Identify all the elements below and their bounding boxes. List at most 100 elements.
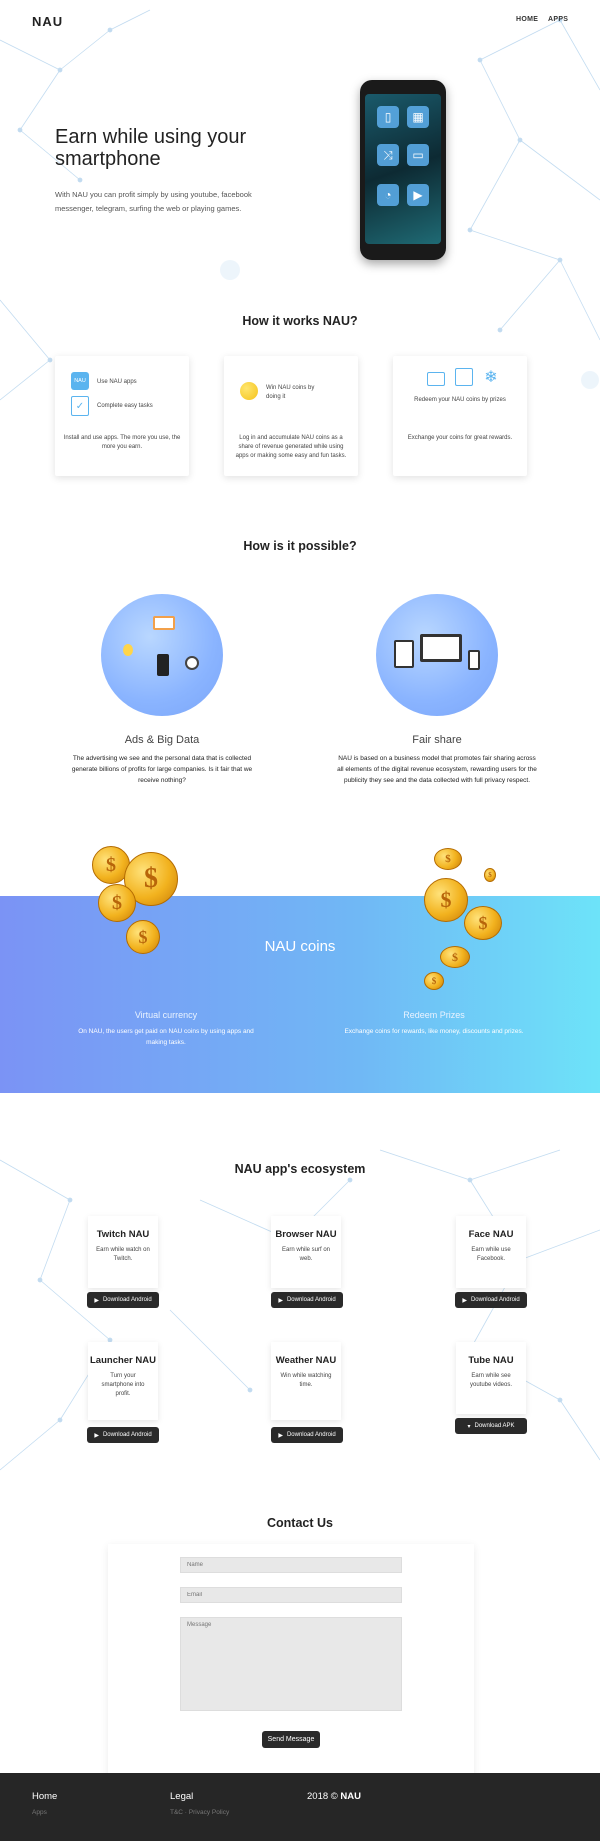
desktop-icon (420, 634, 462, 662)
download-label: Download APK (474, 1423, 515, 1429)
play-icon: ▶ (278, 1297, 283, 1304)
possible-title: How is it possible? (243, 539, 357, 553)
card-item: Complete easy tasks (97, 403, 153, 409)
phone-screen: ▯ ▦ ⤨ ▭ ◔ ▶ (365, 94, 441, 244)
app-desc: Win while watching time. (280, 1373, 332, 1388)
ads-bigdata-illustration (101, 594, 223, 716)
send-message-button[interactable]: Send Message (262, 1731, 320, 1748)
app-desc: Earn while watch on Twitch. (96, 1247, 150, 1262)
bulb-icon (123, 644, 133, 656)
app-card-weather: Weather NAU Win while watching time. (271, 1342, 341, 1420)
share-icon: ⤨ (377, 144, 399, 166)
download-launcher-button[interactable]: ▶ Download Android (87, 1427, 159, 1443)
footer-apps-link[interactable]: Apps (32, 1809, 47, 1816)
download-label: Download Android (470, 1297, 520, 1303)
fair-share-text: NAU is based on a business model that pr… (337, 755, 537, 784)
card-item: Win NAU coins by doing it (266, 385, 315, 400)
play-icon: ▶ (94, 1297, 99, 1304)
download-face-button[interactable]: ▶ Download Android (455, 1292, 527, 1308)
app-name: Launcher NAU (90, 1355, 156, 1366)
app-name: Twitch NAU (96, 1229, 150, 1240)
ads-title: Ads & Big Data (124, 734, 200, 746)
play-icon: ▶ (94, 1432, 99, 1439)
coin-icon: $ (424, 972, 444, 990)
download-icon: ▾ (467, 1423, 471, 1430)
redeem-prizes-text: Exchange coins for rewards, like money, … (344, 1028, 524, 1035)
ads-text: The advertising we see and the personal … (71, 755, 253, 784)
footer-legal-links[interactable]: T&C · Privacy Policy (170, 1809, 229, 1816)
ticket-icon (427, 372, 445, 386)
nau-app-icon-label: NAU (74, 378, 86, 384)
footer (0, 1773, 600, 1841)
app-card-launcher: Launcher NAU Turn your smartphone into p… (88, 1342, 158, 1420)
app-card-tube: Tube NAU Earn while see youtube videos. (456, 1342, 526, 1414)
app-icon: ▦ (407, 106, 429, 128)
card-item: Redeem your NAU coins by prizes (414, 397, 506, 403)
download-browser-button[interactable]: ▶ Download Android (271, 1292, 343, 1308)
card-item: Use NAU apps (97, 379, 137, 385)
card-text: Install and use apps. The more you use, … (63, 435, 181, 450)
app-name: Face NAU (468, 1229, 514, 1240)
virtual-currency-title: Virtual currency (134, 1010, 198, 1020)
download-weather-button[interactable]: ▶ Download Android (271, 1427, 343, 1443)
ecosystem-title: NAU app's ecosystem (234, 1162, 366, 1176)
download-label: Download Android (286, 1297, 336, 1303)
app-desc: Turn your smartphone into profit. (101, 1373, 145, 1397)
card-text: Log in and accumulate NAU coins as a sha… (235, 435, 347, 459)
coin-icon: $ (434, 848, 462, 870)
app-desc: Earn while surf on web. (281, 1247, 331, 1262)
download-twitch-button[interactable]: ▶ Download Android (87, 1292, 159, 1308)
tablet-icon (394, 640, 414, 668)
email-input[interactable] (180, 1587, 402, 1603)
coin-icon: $ (424, 878, 468, 922)
play-icon: ▶ (278, 1432, 283, 1439)
app-name: Tube NAU (468, 1355, 514, 1366)
chat-icon: ▭ (407, 144, 429, 166)
copyright-text: 2018 © (307, 1791, 338, 1802)
snowflake-icon: ❄ (484, 369, 498, 386)
app-card-twitch: Twitch NAU Earn while watch on Twitch. (88, 1216, 158, 1288)
phone-illustration: ▯ ▦ ⤨ ▭ ◔ ▶ (360, 80, 446, 260)
nau-app-icon: NAU (71, 372, 89, 390)
nau-coins-band (0, 896, 600, 1093)
virtual-currency-text: On NAU, the users get paid on NAU coins … (78, 1028, 254, 1046)
fair-share-illustration (376, 594, 498, 716)
checklist-icon: ✓ (71, 396, 89, 416)
video-icon: ▶ (407, 184, 429, 206)
coin-icon: $ (464, 906, 502, 940)
contact-title: Contact Us (267, 1516, 333, 1530)
footer-legal-title: Legal (170, 1791, 194, 1802)
app-card-face: Face NAU Earn while use Facebook. (456, 1216, 526, 1288)
app-card-browser: Browser NAU Earn while surf on web. (271, 1216, 341, 1288)
footer-home-title: Home (32, 1791, 58, 1802)
chart-icon: ◔ (377, 184, 399, 206)
download-label: Download Android (286, 1432, 336, 1438)
download-label: Download Android (102, 1297, 152, 1303)
coin-icon (240, 382, 258, 400)
monitor-icon (153, 616, 175, 630)
message-textarea[interactable] (180, 1617, 402, 1711)
network-background-eco (0, 1149, 600, 1471)
card-use-apps: NAU Use NAU apps ✓ Complete easy tasks I… (55, 356, 189, 476)
download-label: Download Android (102, 1432, 152, 1438)
nav-home[interactable]: HOME (516, 16, 538, 23)
nau-coins-title: NAU coins (264, 938, 336, 955)
name-input[interactable] (180, 1557, 402, 1573)
app-name: Browser NAU (275, 1229, 337, 1240)
play-icon: ▶ (462, 1297, 467, 1304)
logo[interactable]: NAU (32, 14, 63, 29)
nav-apps[interactable]: APPS (548, 16, 568, 23)
gift-icon (455, 368, 473, 386)
app-name: Weather NAU (275, 1355, 337, 1366)
card-win-coins: Win NAU coins by doing it Log in and acc… (224, 356, 358, 476)
smartphone-icon (468, 650, 480, 670)
app-icon: ▯ (377, 106, 399, 128)
coin-icon: $ (98, 884, 136, 922)
how-it-works-title: How it works NAU? (242, 314, 358, 328)
card-redeem: ❄ Redeem your NAU coins by prizes Exchan… (393, 356, 527, 476)
magnifier-icon (185, 656, 199, 670)
fair-share-title: Fair share (412, 734, 462, 746)
download-tube-apk-button[interactable]: ▾ Download APK (455, 1418, 527, 1434)
hero-subtitle: With NAU you can profit simply by using … (55, 190, 252, 213)
coin-icon: $ (484, 868, 496, 882)
